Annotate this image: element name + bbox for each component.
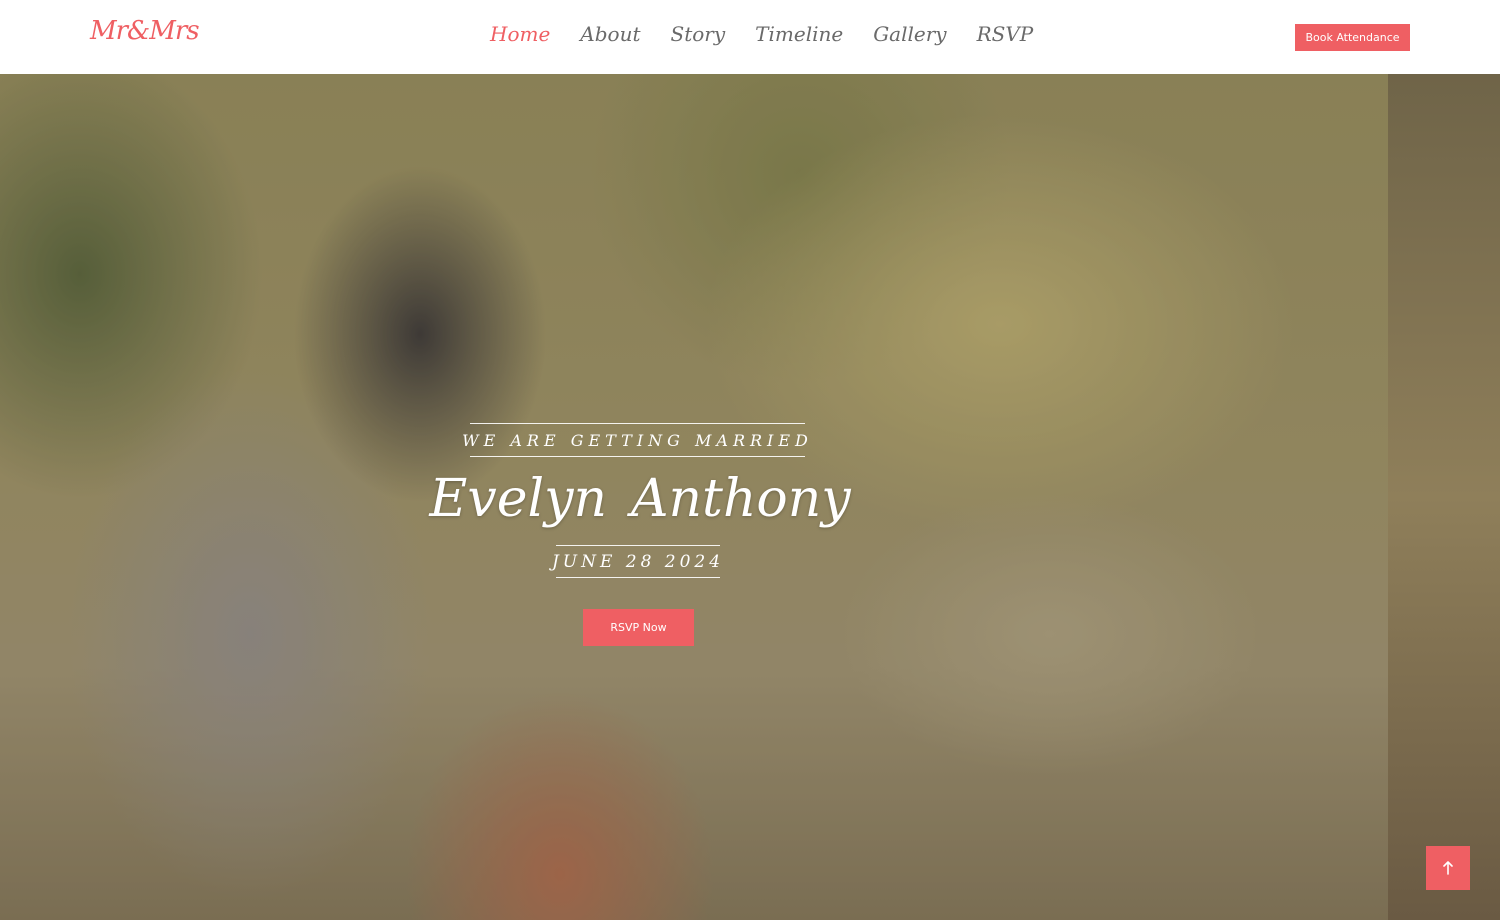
nav-link-timeline[interactable]: Timeline [755,22,843,46]
nav-link-about[interactable]: About [580,22,640,46]
arrow-up-icon [1443,861,1453,875]
nav-link-gallery[interactable]: Gallery [873,22,946,46]
brand-logo[interactable]: Mr&Mrs [90,16,200,46]
hero-tagline: WE ARE GETTING MARRIED [462,423,808,457]
couple-names: Evelyn Anthony [429,464,850,534]
nav-item-gallery: Gallery [873,22,946,46]
book-attendance-button[interactable]: Book Attendance [1295,24,1410,51]
hero-side-strip [1388,74,1500,920]
nav-item-home: Home [490,22,550,46]
nav-item-timeline: Timeline [755,22,843,46]
hero-content: WE ARE GETTING MARRIED Evelyn Anthony JU… [0,74,1276,920]
nav-link-rsvp[interactable]: RSVP [977,22,1034,46]
bride-name: Evelyn [429,469,607,529]
rsvp-now-button[interactable]: RSVP Now [583,609,694,646]
nav-menu: Home About Story Timeline Gallery RSVP [490,22,1033,46]
nav-item-about: About [580,22,640,46]
nav-link-story[interactable]: Story [671,22,726,46]
groom-name: Anthony [631,469,851,529]
hero-section: WE ARE GETTING MARRIED Evelyn Anthony JU… [0,74,1500,920]
wedding-date: JUNE 28 2024 [552,545,720,578]
nav-link-home[interactable]: Home [490,22,550,46]
back-to-top-button[interactable] [1426,846,1470,890]
nav-item-story: Story [671,22,726,46]
nav-item-rsvp: RSVP [977,22,1034,46]
navbar: Mr&Mrs Home About Story Timeline Gallery… [0,0,1500,74]
